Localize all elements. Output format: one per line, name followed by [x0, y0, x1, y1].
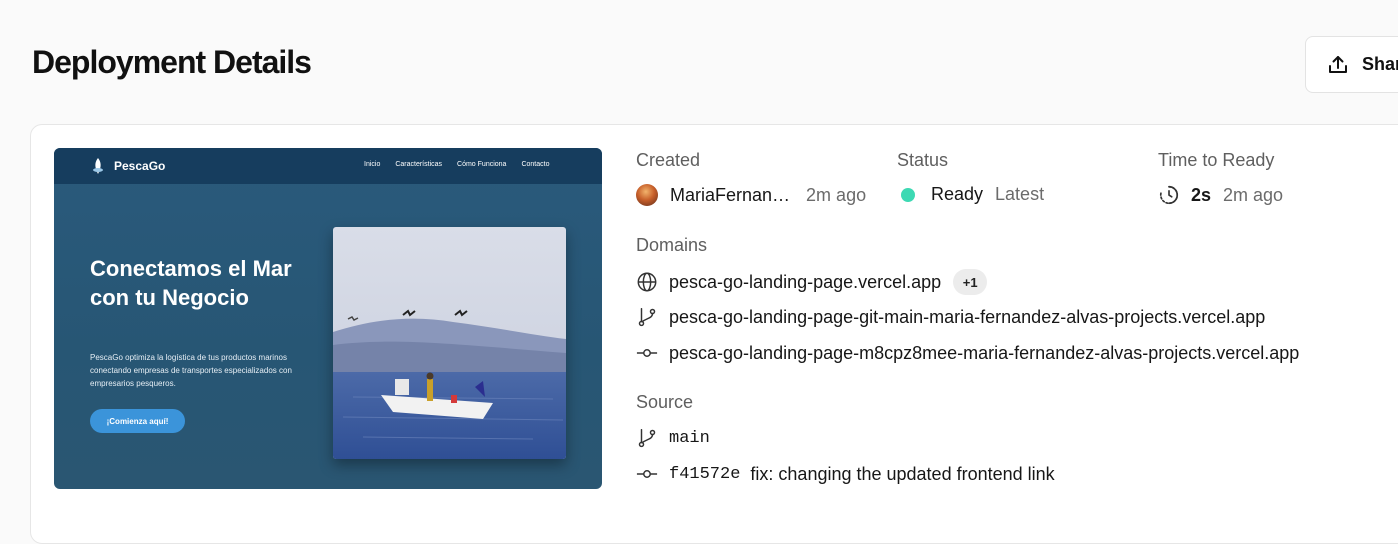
clock-icon — [1159, 185, 1179, 205]
preview-logo: PescaGo — [114, 159, 166, 173]
status-badge: Latest — [995, 184, 1045, 204]
creator-name[interactable]: MariaFernan… — [670, 185, 790, 206]
share-label: Share — [1362, 54, 1398, 74]
preview-nav-contacto[interactable]: Contacto — [521, 161, 549, 168]
domain-link-primary[interactable]: pesca-go-landing-page.vercel.app — [669, 272, 941, 293]
created-time: 2m ago — [806, 184, 867, 205]
time-to-ready-label: Time to Ready — [1158, 150, 1275, 170]
created-label: Created — [636, 150, 701, 170]
status-indicator — [901, 187, 915, 202]
source-label: Source — [636, 392, 694, 412]
preview-nav-caracteristicas[interactable]: Características — [395, 161, 442, 168]
avatar[interactable] — [636, 184, 658, 206]
status-value: Ready — [931, 184, 984, 204]
source-branch[interactable]: main — [669, 429, 710, 448]
preview-hero-title: Conectamos el Mar con tu Negocio — [90, 256, 292, 310]
globe-icon — [637, 272, 657, 292]
git-branch-icon — [638, 308, 656, 327]
preview-nav-inicio[interactable]: Inicio — [364, 161, 380, 168]
git-commit-icon — [636, 470, 658, 478]
time-to-ready-time: 2m ago — [1223, 184, 1284, 205]
domains-label: Domains — [636, 235, 708, 255]
preview-navbar: PescaGo Inicio Características Cómo Func… — [54, 148, 602, 184]
commit-message[interactable]: fix: changing the updated frontend link — [750, 464, 1054, 485]
preview-cta-button[interactable]: ¡Comienza aquí! — [90, 409, 185, 433]
domain-count-badge[interactable]: +1 — [953, 269, 988, 295]
share-icon — [1329, 55, 1347, 73]
page-title: Deployment Details — [32, 44, 312, 80]
git-commit-icon — [636, 349, 658, 357]
domain-link-branch[interactable]: pesca-go-landing-page-git-main-maria-fer… — [669, 307, 1265, 328]
domain-link-commit[interactable]: pesca-go-landing-page-m8cpz8mee-maria-fe… — [669, 343, 1299, 364]
git-branch-icon — [638, 429, 656, 448]
preview-hero-text: PescaGo optimiza la logística de tus pro… — [90, 353, 292, 388]
commit-hash[interactable]: f41572e — [669, 465, 740, 484]
share-button[interactable]: Share — [1305, 36, 1398, 93]
preview-boat-photo — [333, 227, 566, 459]
fish-logo-icon — [93, 158, 103, 174]
time-to-ready-value: 2s — [1191, 184, 1212, 205]
deployment-preview[interactable]: PescaGo Inicio Características Cómo Func… — [54, 148, 602, 489]
status-label: Status — [897, 150, 949, 170]
preview-nav-como-funciona[interactable]: Cómo Funciona — [457, 161, 506, 168]
